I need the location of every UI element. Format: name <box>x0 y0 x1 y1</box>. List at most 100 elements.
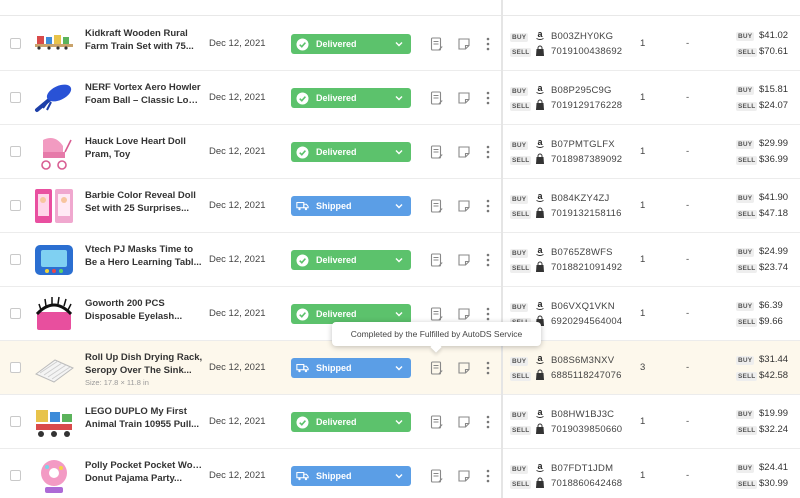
more-options-icon[interactable] <box>483 360 493 376</box>
table-row[interactable]: Kidkraft Wooden Rural Farm Train Set wit… <box>0 17 800 71</box>
product-title[interactable]: Kidkraft Wooden Rural Farm Train Set wit… <box>85 27 203 53</box>
product-thumbnail[interactable] <box>33 402 75 442</box>
sticky-note-icon[interactable] <box>458 254 470 266</box>
buy-asin[interactable]: B0765Z8WFS <box>551 247 613 258</box>
notes-icon[interactable] <box>430 361 443 375</box>
row-checkbox[interactable] <box>10 470 21 481</box>
more-options-icon[interactable] <box>483 252 493 268</box>
sell-item-id[interactable]: 6885118247076 <box>551 370 622 381</box>
row-checkbox[interactable] <box>10 200 21 211</box>
buy-asin[interactable]: B084KZY4ZJ <box>551 193 610 204</box>
sticky-note-icon[interactable] <box>458 92 470 104</box>
notes-icon[interactable] <box>430 469 443 483</box>
row-checkbox[interactable] <box>10 308 21 319</box>
table-row[interactable]: Polly Pocket Pocket World Donut Pajama P… <box>0 449 800 498</box>
lego-train-thumb-icon <box>36 410 72 437</box>
sell-item-id[interactable]: 7019100438692 <box>551 46 622 57</box>
notes-icon[interactable] <box>430 145 443 159</box>
buy-asin[interactable]: B003ZHY0KG <box>551 31 613 42</box>
sell-item-id[interactable]: 7019132158116 <box>551 208 622 219</box>
row-checkbox[interactable] <box>10 38 21 49</box>
notes-icon[interactable] <box>430 415 443 429</box>
sell-item-id[interactable]: 7018821091492 <box>551 262 622 273</box>
status-dropdown[interactable]: Shipped <box>291 196 411 216</box>
more-options-icon[interactable] <box>483 414 493 430</box>
status-dropdown[interactable]: Shipped <box>291 358 411 378</box>
more-options-icon[interactable] <box>483 198 493 214</box>
buy-asin[interactable]: B07PMTGLFX <box>551 139 615 150</box>
row-checkbox[interactable] <box>10 254 21 265</box>
sell-item-id[interactable]: 7019039850660 <box>551 424 622 435</box>
product-title[interactable]: LEGO DUPLO My First Animal Train 10955 P… <box>85 405 203 431</box>
row-checkbox[interactable] <box>10 146 21 157</box>
product-thumbnail[interactable] <box>33 456 75 496</box>
notes-icon[interactable] <box>430 37 443 51</box>
sticky-note-icon[interactable] <box>458 470 470 482</box>
product-thumbnail[interactable] <box>33 240 75 280</box>
more-options-icon[interactable] <box>483 144 493 160</box>
status-dropdown[interactable]: Shipped <box>291 466 411 486</box>
status-dropdown[interactable]: Delivered <box>291 412 411 432</box>
table-row[interactable]: NERF Vortex Aero Howler Foam Ball – Clas… <box>0 71 800 125</box>
product-title[interactable]: NERF Vortex Aero Howler Foam Ball – Clas… <box>85 81 203 107</box>
truck-icon <box>296 364 309 373</box>
product-title-line2: Set with 25 Surprises... <box>85 203 190 214</box>
product-thumbnail[interactable] <box>33 132 75 172</box>
tracking-placeholder: - <box>686 254 690 265</box>
status-dropdown[interactable]: Delivered <box>291 88 411 108</box>
product-thumbnail[interactable] <box>33 348 75 388</box>
sticky-note-icon[interactable] <box>458 146 470 158</box>
buy-asin[interactable]: B08HW1BJ3C <box>551 409 614 420</box>
sell-price: $23.74 <box>759 262 789 273</box>
buy-asin[interactable]: B07FDT1JDM <box>551 463 613 474</box>
order-date: Dec 12, 2021 <box>209 200 266 211</box>
product-title[interactable]: Hauck Love Heart Doll Pram, Toy <box>85 135 203 161</box>
status-dropdown[interactable]: Delivered <box>291 250 411 270</box>
table-row[interactable]: Vtech PJ Masks Time to Be a Hero Learnin… <box>0 233 800 287</box>
product-title[interactable]: Polly Pocket Pocket World Donut Pajama P… <box>85 459 203 485</box>
status-dropdown[interactable]: Delivered <box>291 142 411 162</box>
row-checkbox[interactable] <box>10 92 21 103</box>
status-dropdown[interactable]: Delivered <box>291 34 411 54</box>
table-row[interactable]: Roll Up Dish Drying Rack, Seropy Over Th… <box>0 341 800 395</box>
row-checkbox[interactable] <box>10 416 21 427</box>
status-dropdown[interactable]: Delivered <box>291 304 411 324</box>
sell-item-id[interactable]: 7019129176228 <box>551 100 622 111</box>
more-options-icon[interactable] <box>483 468 493 484</box>
sell-tag: SELL <box>510 264 532 273</box>
notes-icon[interactable] <box>430 307 443 321</box>
foam-ball-thumb-icon <box>35 84 72 112</box>
notes-icon[interactable] <box>430 199 443 213</box>
product-thumbnail[interactable] <box>33 24 75 64</box>
sticky-note-icon[interactable] <box>458 38 470 50</box>
more-options-icon[interactable] <box>483 36 493 52</box>
product-thumbnail[interactable] <box>33 78 75 118</box>
more-options-icon[interactable] <box>483 306 493 322</box>
order-date: Dec 12, 2021 <box>209 254 266 265</box>
sticky-note-icon[interactable] <box>458 362 470 374</box>
notes-icon[interactable] <box>430 253 443 267</box>
buy-asin[interactable]: B08S6M3NXV <box>551 355 614 366</box>
product-thumbnail[interactable] <box>33 186 75 226</box>
buy-asin[interactable]: B08P295C9G <box>551 85 612 96</box>
tracking-placeholder: - <box>686 200 690 211</box>
product-title[interactable]: Goworth 200 PCS Disposable Eyelash... <box>85 297 203 323</box>
product-thumbnail[interactable] <box>33 294 75 334</box>
sticky-note-icon[interactable] <box>458 308 470 320</box>
buy-asin[interactable]: B06VXQ1VKN <box>551 301 615 312</box>
check-circle-icon <box>296 416 309 428</box>
table-row[interactable]: Hauck Love Heart Doll Pram, Toy Dec 12, … <box>0 125 800 179</box>
sell-item-id[interactable]: 7018987389092 <box>551 154 622 165</box>
sticky-note-icon[interactable] <box>458 416 470 428</box>
sell-item-id[interactable]: 7018860642468 <box>551 478 622 489</box>
product-title[interactable]: Barbie Color Reveal Doll Set with 25 Sur… <box>85 189 203 215</box>
product-title[interactable]: Roll Up Dish Drying Rack, Seropy Over Th… <box>85 351 203 377</box>
sticky-note-icon[interactable] <box>458 200 470 212</box>
row-checkbox[interactable] <box>10 362 21 373</box>
notes-icon[interactable] <box>430 91 443 105</box>
product-title[interactable]: Vtech PJ Masks Time to Be a Hero Learnin… <box>85 243 203 269</box>
sell-item-id[interactable]: 6920294564004 <box>551 316 622 327</box>
table-row[interactable]: Barbie Color Reveal Doll Set with 25 Sur… <box>0 179 800 233</box>
more-options-icon[interactable] <box>483 90 493 106</box>
table-row[interactable]: LEGO DUPLO My First Animal Train 10955 P… <box>0 395 800 449</box>
